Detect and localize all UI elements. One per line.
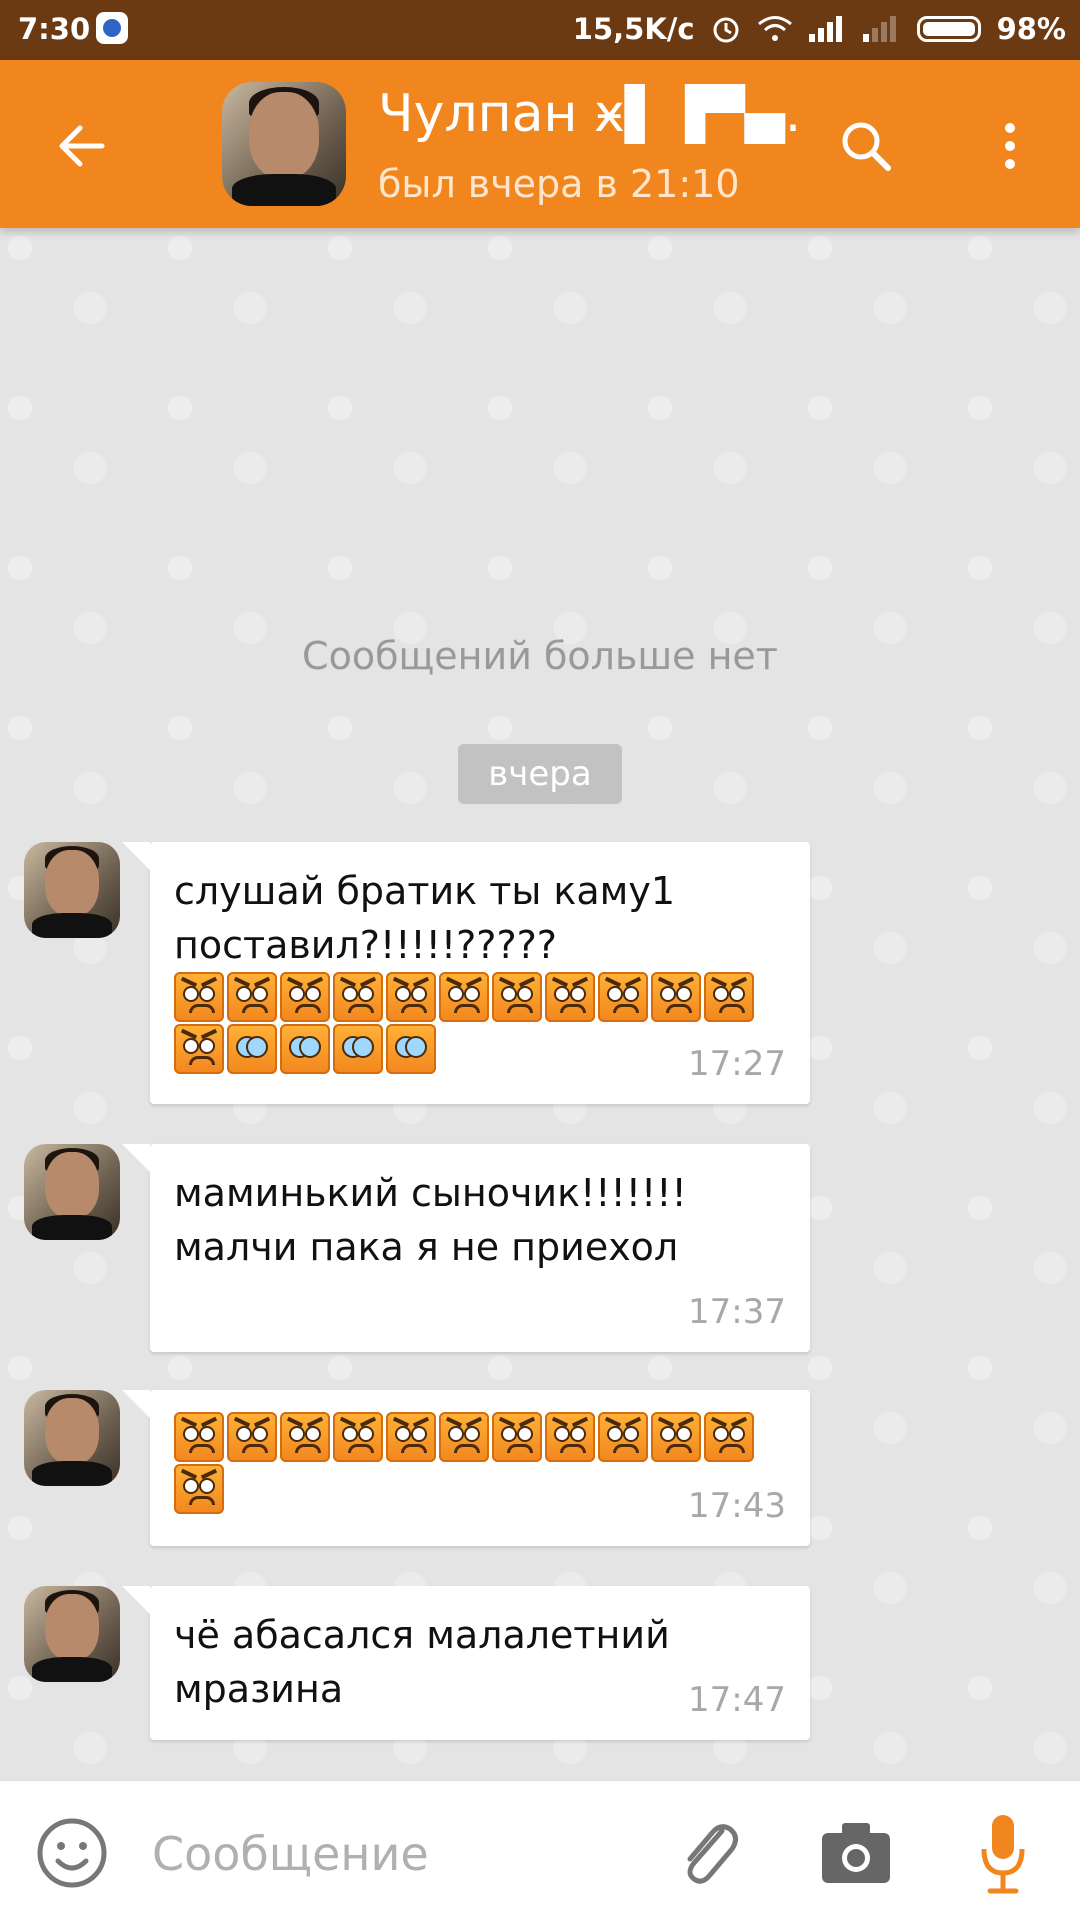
last-seen: был вчера в 21:10 <box>378 162 740 206</box>
angry-emoji-icon <box>598 972 648 1022</box>
angry-emoji-icon <box>174 1464 224 1514</box>
contact-name[interactable]: Чулпан ӿ▌▐▀▄.. <box>378 84 798 144</box>
message-text: маминький сыночик!!!!!!! малчи пака я не… <box>174 1171 687 1269</box>
search-icon[interactable] <box>836 116 896 176</box>
notification-app-icon <box>96 12 128 44</box>
sender-avatar[interactable] <box>24 1144 120 1240</box>
angry-emoji-icon <box>704 1412 754 1462</box>
no-more-messages: Сообщений больше нет <box>302 634 778 678</box>
camera-icon[interactable] <box>820 1819 892 1885</box>
angry-emoji-icon <box>174 972 224 1022</box>
date-separator: вчера <box>458 744 622 804</box>
angry-emoji-icon <box>704 972 754 1022</box>
message-bubble[interactable]: слушай братик ты каму1 поставил?!!!!!???… <box>122 842 810 1104</box>
battery-icon <box>916 16 981 42</box>
angry-emoji-icon <box>174 1024 224 1074</box>
chat-header: Чулпан ӿ▌▐▀▄.. был вчера в 21:10 <box>0 60 1080 228</box>
angry-emoji-icon <box>598 1412 648 1462</box>
wide-eyes-emoji-icon <box>333 1024 383 1074</box>
angry-emoji-icon <box>386 1412 436 1462</box>
angry-emoji-icon <box>545 1412 595 1462</box>
status-time: 7:30 <box>18 12 91 46</box>
angry-emoji-icon <box>280 1412 330 1462</box>
angry-emoji-icon <box>386 972 436 1022</box>
status-right: 15,5K/c 98% <box>573 12 1066 46</box>
signal-icon <box>808 16 847 42</box>
message-time: 17:47 <box>688 1680 786 1720</box>
angry-emoji-icon <box>545 972 595 1022</box>
contact-avatar[interactable] <box>222 82 346 206</box>
message-bubble[interactable]: 17:43 <box>122 1390 810 1546</box>
signal-2-icon <box>862 16 901 42</box>
wifi-icon <box>757 16 792 41</box>
angry-emoji-icon <box>651 1412 701 1462</box>
chat-area[interactable]: Сообщений больше нет вчера слушай братик… <box>0 228 1080 1780</box>
wide-eyes-emoji-icon <box>280 1024 330 1074</box>
more-menu-icon[interactable] <box>990 116 1030 176</box>
battery-percent: 98% <box>996 12 1066 46</box>
message-composer <box>0 1780 1080 1921</box>
back-arrow-icon[interactable] <box>52 116 112 176</box>
wide-eyes-emoji-icon <box>227 1024 277 1074</box>
angry-emoji-icon <box>227 1412 277 1462</box>
wide-eyes-emoji-icon <box>386 1024 436 1074</box>
angry-emoji-icon <box>439 1412 489 1462</box>
sender-avatar[interactable] <box>24 1586 120 1682</box>
smiley-icon[interactable] <box>36 1817 108 1889</box>
message-input[interactable] <box>150 1817 654 1891</box>
angry-emoji-icon <box>651 972 701 1022</box>
alarm-icon <box>713 17 739 43</box>
message-time: 17:43 <box>688 1486 786 1526</box>
message-time: 17:27 <box>688 1044 786 1084</box>
microphone-icon[interactable] <box>978 1811 1028 1895</box>
sender-avatar[interactable] <box>24 1390 120 1486</box>
emoji-row <box>174 972 786 1024</box>
network-speed: 15,5K/c <box>572 12 695 46</box>
status-bar: 7:30 15,5K/c 98% <box>0 0 1080 60</box>
message-time: 17:37 <box>688 1292 786 1332</box>
angry-emoji-icon <box>492 1412 542 1462</box>
emoji-row <box>174 1412 786 1464</box>
message-bubble[interactable]: маминький сыночик!!!!!!! малчи пака я не… <box>122 1144 810 1352</box>
angry-emoji-icon <box>333 972 383 1022</box>
message-text: слушай братик ты каму1 поставил?!!!!!???… <box>174 869 675 967</box>
paperclip-icon[interactable] <box>672 1811 742 1891</box>
sender-avatar[interactable] <box>24 842 120 938</box>
angry-emoji-icon <box>333 1412 383 1462</box>
angry-emoji-icon <box>439 972 489 1022</box>
angry-emoji-icon <box>280 972 330 1022</box>
angry-emoji-icon <box>227 972 277 1022</box>
message-bubble[interactable]: чё абасался малалетний мразина 17:47 <box>122 1586 810 1740</box>
angry-emoji-icon <box>492 972 542 1022</box>
angry-emoji-icon <box>174 1412 224 1462</box>
